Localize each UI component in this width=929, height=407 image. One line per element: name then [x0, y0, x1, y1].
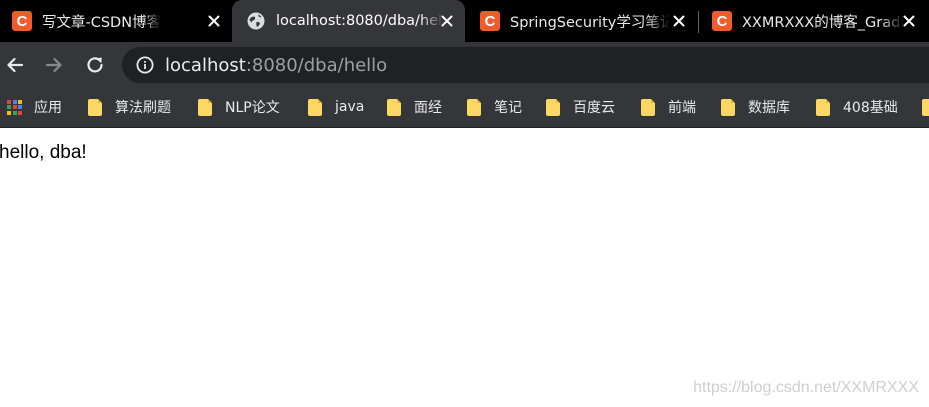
page-body-text: hello, dba!: [0, 142, 87, 163]
globe-icon: [247, 12, 265, 30]
toolbar: localhost:8080/dba/hello: [0, 42, 929, 88]
bookmark-folder[interactable]: 笔记: [467, 96, 522, 118]
folder-icon: [308, 98, 322, 116]
folder-icon: [198, 98, 212, 116]
bookmark-label: 数据库: [748, 100, 790, 116]
info-icon[interactable]: [136, 56, 154, 74]
folder-icon: [816, 98, 830, 116]
tab-write-article[interactable]: C 写文章-CSDN博客: [0, 0, 232, 42]
bookmark-folder-partial[interactable]: [922, 96, 929, 118]
tab-title: SpringSecurity学习笔记: [510, 14, 670, 31]
close-icon[interactable]: [671, 13, 687, 29]
tab-spring-security[interactable]: C SpringSecurity学习笔记: [467, 0, 697, 42]
forward-arrow-icon[interactable]: [42, 53, 66, 77]
bookmark-label: 应用: [34, 100, 62, 116]
url-host: localhost: [165, 54, 246, 76]
csdn-icon: C: [712, 11, 732, 31]
apps-grid-icon: [7, 99, 22, 115]
folder-icon: [467, 98, 481, 116]
folder-icon: [546, 98, 560, 116]
tab-xxmrxxx-blog[interactable]: C XXMRXXX的博客_Gradle: [699, 0, 929, 42]
bookmark-apps[interactable]: 应用: [7, 96, 62, 118]
bookmark-folder[interactable]: 数据库: [721, 96, 790, 118]
bookmark-folder[interactable]: 前端: [641, 96, 696, 118]
folder-icon: [641, 98, 655, 116]
tab-title: localhost:8080/dba/hello: [276, 13, 444, 29]
bookmark-label: NLP论文: [225, 100, 280, 116]
tab-strip: C 写文章-CSDN博客 localhost:8080/dba/hello C …: [0, 0, 929, 42]
bookmark-label: 前端: [668, 100, 696, 116]
folder-icon: [721, 98, 735, 116]
close-icon[interactable]: [439, 13, 455, 29]
bookmark-folder[interactable]: java: [308, 96, 364, 118]
bookmark-folder[interactable]: 408基础: [816, 96, 898, 118]
bookmarks-bar: 应用 算法刷题 NLP论文 java 面经 笔记 百度云 前端 数据库 408基…: [0, 88, 929, 128]
url-text[interactable]: localhost:8080/dba/hello: [165, 55, 387, 76]
bookmark-folder[interactable]: 面经: [387, 96, 442, 118]
tab-title: 写文章-CSDN博客: [42, 14, 162, 31]
bookmark-folder[interactable]: NLP论文: [198, 96, 280, 118]
back-arrow-icon[interactable]: [3, 53, 27, 77]
bookmark-label: 百度云: [573, 100, 615, 116]
address-bar[interactable]: localhost:8080/dba/hello: [122, 47, 929, 83]
folder-icon: [387, 98, 401, 116]
bookmark-label: java: [335, 99, 365, 115]
url-path: :8080/dba/hello: [245, 54, 388, 76]
page-content: hello, dba! https://blog.csdn.net/XXMRXX…: [0, 128, 929, 407]
reload-icon[interactable]: [83, 53, 107, 77]
watermark: https://blog.csdn.net/XXMRXXX: [693, 379, 919, 396]
folder-icon: [88, 98, 102, 116]
tab-localhost[interactable]: localhost:8080/dba/hello: [232, 0, 465, 42]
bookmark-folder[interactable]: 算法刷题: [88, 96, 171, 118]
folder-icon: [922, 98, 929, 116]
close-icon[interactable]: [206, 13, 222, 29]
bookmark-label: 408基础: [843, 100, 898, 116]
bookmark-folder[interactable]: 百度云: [546, 96, 615, 118]
tab-title: XXMRXXX的博客_Gradle: [742, 14, 904, 31]
csdn-icon: C: [12, 11, 32, 31]
csdn-icon: C: [480, 11, 500, 31]
bookmark-label: 面经: [414, 100, 442, 116]
bookmark-label: 笔记: [494, 100, 522, 116]
close-icon[interactable]: [901, 13, 917, 29]
bookmark-label: 算法刷题: [115, 100, 171, 116]
